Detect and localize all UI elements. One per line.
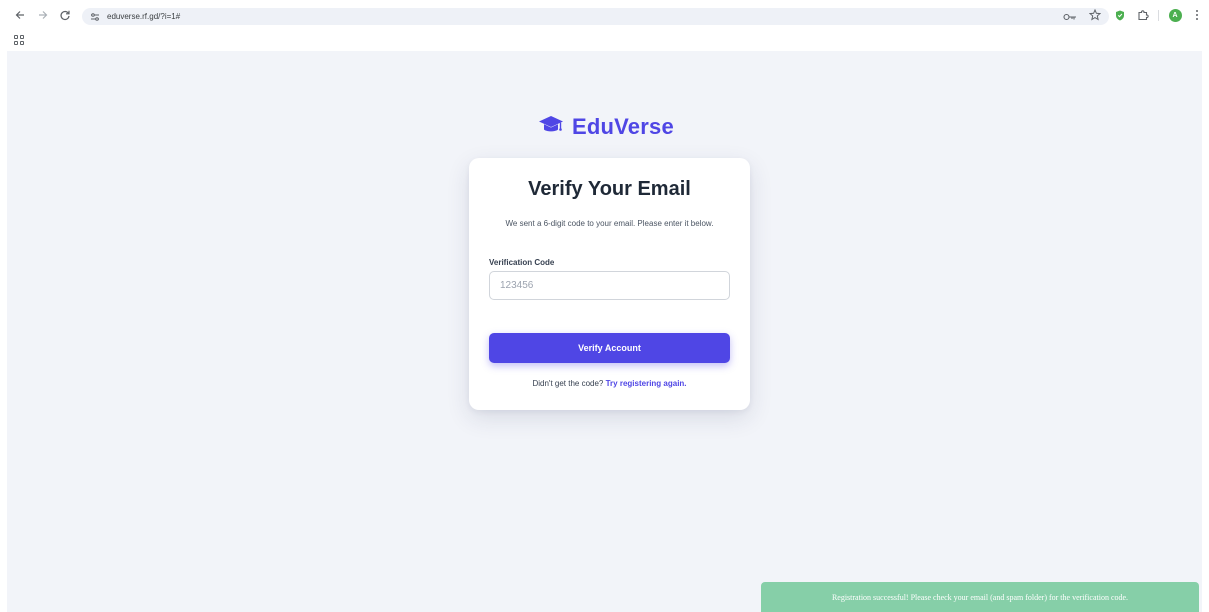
card-subtitle: We sent a 6-digit code to your email. Pl…	[505, 219, 714, 228]
code-label: Verification Code	[489, 258, 555, 267]
star-icon[interactable]	[1088, 8, 1102, 26]
apps-grid-icon[interactable]	[14, 35, 24, 45]
toast-message: Registration successful! Please check yo…	[831, 592, 1129, 602]
success-toast: Registration successful! Please check yo…	[761, 582, 1199, 612]
avatar-initial: A	[1172, 11, 1178, 19]
try-registering-again-link[interactable]: Try registering again.	[606, 379, 687, 388]
back-arrow-icon[interactable]	[12, 7, 28, 23]
verify-account-button[interactable]: Verify Account	[489, 333, 730, 363]
key-icon[interactable]	[1063, 8, 1077, 26]
forward-arrow-icon[interactable]	[35, 7, 51, 23]
kebab-menu-icon[interactable]	[1189, 7, 1205, 23]
verification-code-input[interactable]	[489, 271, 730, 300]
profile-avatar[interactable]: A	[1167, 7, 1183, 23]
shield-icon[interactable]	[1112, 7, 1128, 23]
puzzle-icon[interactable]	[1135, 7, 1151, 23]
verify-card-content: Verify Your Email We sent a 6-digit code…	[469, 0, 750, 612]
tune-icon[interactable]	[85, 8, 105, 25]
url-text: eduverse.rf.gd/?i=1#	[107, 12, 181, 21]
toolbar-divider	[1158, 10, 1159, 21]
reload-icon[interactable]	[57, 7, 73, 23]
resend-prompt: Didn't get the code?	[532, 379, 606, 388]
resend-line: Didn't get the code? Try registering aga…	[469, 379, 750, 388]
page-title: Verify Your Email	[528, 178, 691, 200]
